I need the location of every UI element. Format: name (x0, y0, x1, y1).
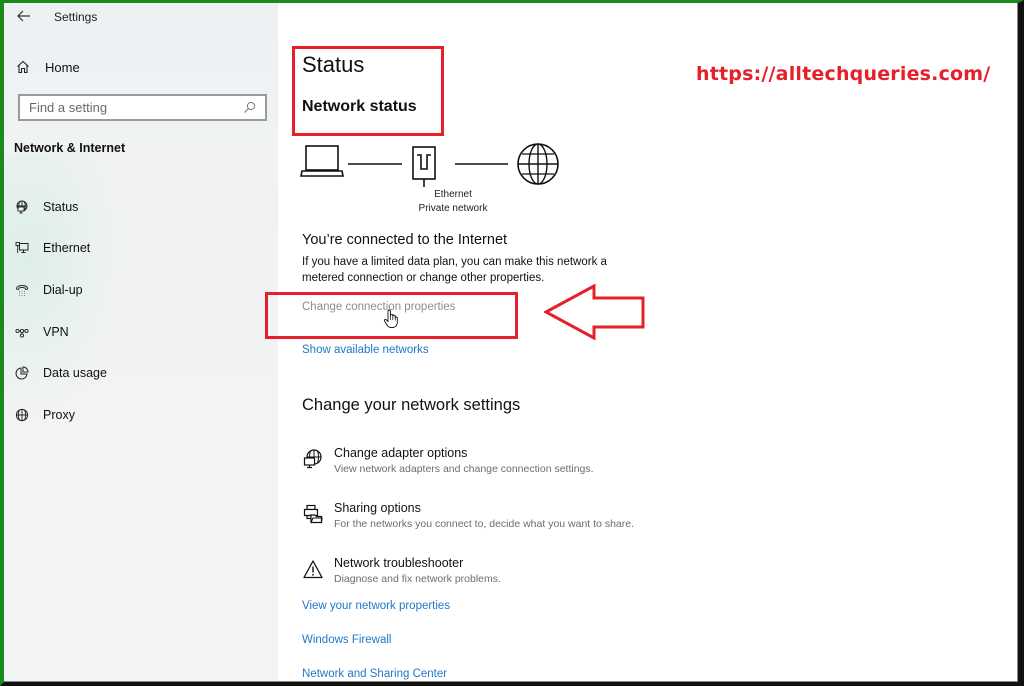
globe-monitor-icon (14, 199, 30, 215)
watermark-url: https://alltechqueries.com/ (696, 63, 991, 85)
ethernet-adapter-icon (412, 146, 436, 187)
adapter-icon (302, 448, 324, 470)
sidebar-item-proxy[interactable]: Proxy (14, 394, 107, 436)
setting-description: View network adapters and change connect… (334, 463, 594, 475)
setting-name: Network troubleshooter (334, 556, 464, 570)
connection-status-title: You’re connected to the Internet (302, 232, 508, 248)
sidebar: Settings Home Network & Internet (4, 3, 278, 682)
vpn-icon (14, 324, 30, 340)
sidebar-item-label: Ethernet (43, 241, 91, 256)
sidebar-nav: Status Ethernet Dial-up VPN Data usage P… (14, 186, 107, 436)
main-content: Status Network status Ethernet Private n… (265, 3, 1018, 682)
home-icon (14, 58, 32, 76)
sidebar-item-vpn[interactable]: VPN (14, 311, 107, 353)
sidebar-item-label: Home (45, 59, 80, 75)
show-available-networks-link[interactable]: Show available networks (302, 344, 429, 356)
network-type: Private network (418, 203, 488, 214)
change-network-settings-heading: Change your network settings (302, 396, 521, 414)
laptop-icon (300, 145, 344, 177)
globe-icon (14, 407, 30, 423)
page-title: Status (302, 52, 365, 77)
app-title: Settings (54, 10, 98, 24)
setting-name: Sharing options (334, 501, 421, 515)
setting-change-adapter-options[interactable]: Change adapter options View network adap… (302, 445, 594, 485)
sidebar-item-ethernet[interactable]: Ethernet (14, 228, 107, 270)
network-status-heading: Network status (302, 98, 417, 115)
change-connection-properties-link[interactable]: Change connection properties (302, 301, 455, 313)
sidebar-item-label: Status (43, 199, 79, 214)
title-bar: Settings (4, 3, 278, 33)
sidebar-item-status[interactable]: Status (14, 186, 107, 228)
dial-up-icon (14, 282, 30, 298)
ethernet-icon (14, 240, 30, 256)
network-diagram: Ethernet Private network (300, 143, 570, 218)
data-usage-icon (14, 365, 30, 381)
setting-network-troubleshooter[interactable]: Network troubleshooter Diagnose and fix … (302, 555, 501, 595)
sidebar-item-label: Dial-up (43, 282, 83, 297)
section-title: Network & Internet (14, 141, 126, 155)
warning-icon (302, 558, 324, 580)
adapter-name: Ethernet (434, 189, 472, 200)
view-network-properties-link[interactable]: View your network properties (302, 600, 450, 612)
setting-name: Change adapter options (334, 446, 468, 460)
red-arrow-annotation (544, 284, 645, 340)
internet-globe-icon (517, 143, 559, 185)
search-icon[interactable] (239, 98, 259, 118)
sidebar-item-data-usage[interactable]: Data usage (14, 352, 107, 394)
hand-cursor-icon (383, 309, 398, 328)
arrow-left-icon (17, 10, 30, 22)
setting-sharing-options[interactable]: Sharing options For the networks you con… (302, 500, 634, 540)
search-input[interactable] (20, 96, 239, 119)
search-box (18, 94, 267, 121)
sidebar-item-home[interactable]: Home (14, 55, 80, 79)
back-button[interactable] (12, 5, 36, 27)
windows-firewall-link[interactable]: Windows Firewall (302, 634, 391, 646)
connection-status-description: If you have a limited data plan, you can… (302, 256, 607, 284)
sidebar-item-label: VPN (43, 324, 69, 339)
sharing-icon (302, 503, 324, 525)
screenshot-frame: Settings Home Network & Internet (0, 0, 1024, 686)
sidebar-item-label: Proxy (43, 407, 75, 422)
sidebar-item-label: Data usage (43, 366, 107, 381)
sidebar-item-dial-up[interactable]: Dial-up (14, 269, 107, 311)
network-sharing-center-link[interactable]: Network and Sharing Center (302, 668, 447, 680)
setting-description: Diagnose and fix network problems. (334, 573, 501, 585)
setting-description: For the networks you connect to, decide … (334, 518, 634, 530)
